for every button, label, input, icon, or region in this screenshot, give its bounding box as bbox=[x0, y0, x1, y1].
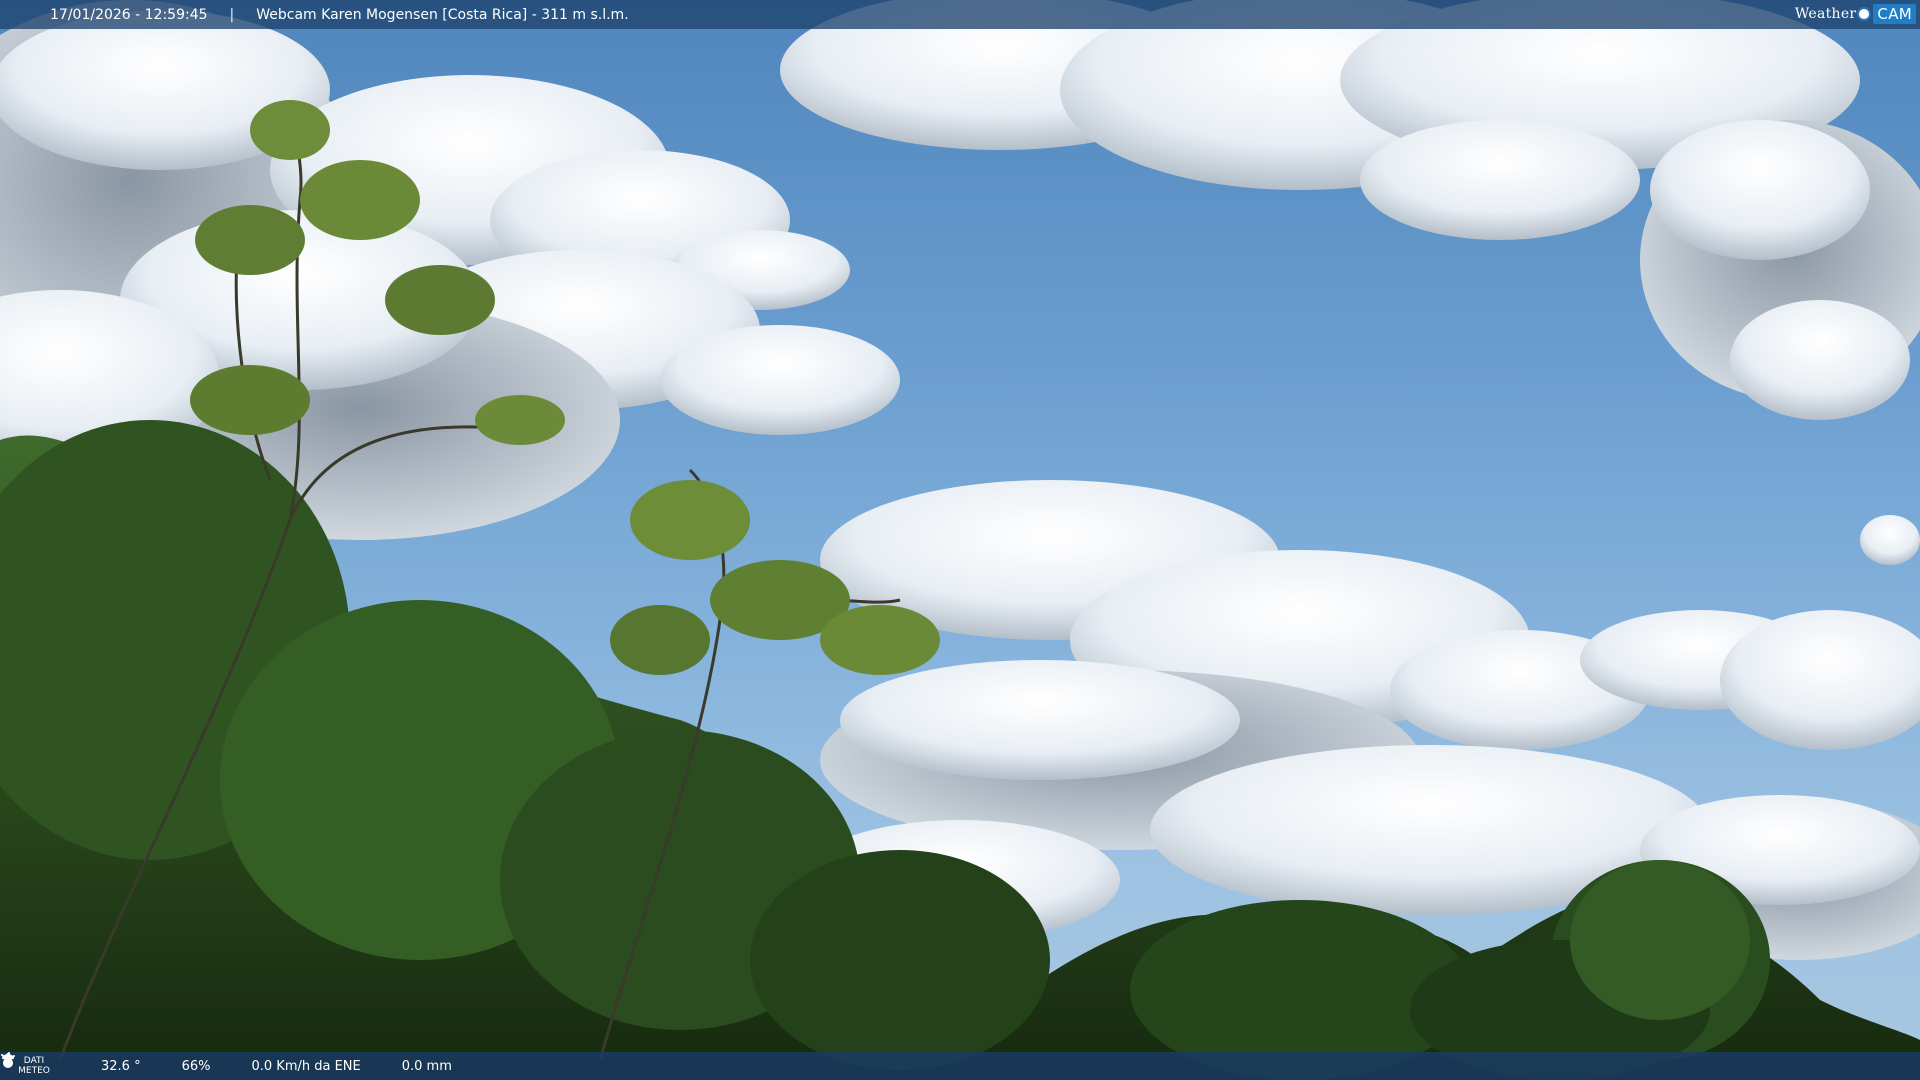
header-bar: 17/01/2026 - 12:59:45 | Webcam Karen Mog… bbox=[0, 0, 1920, 29]
logo-cam-text: CAM bbox=[1873, 4, 1916, 24]
timestamp: 17/01/2026 - 12:59:45 bbox=[50, 6, 208, 23]
weather-data-bar: DATI METEO 32.6 ° 66% 0.0 Km/h da ENE 0.… bbox=[0, 1052, 1920, 1080]
temperature-value: 32.6 ° bbox=[101, 1058, 141, 1074]
rain-value: 0.0 mm bbox=[401, 1058, 452, 1074]
humidity-reading: 66% bbox=[3, 1053, 211, 1074]
landscape-illustration bbox=[0, 0, 1920, 1080]
webcam-image: 17/01/2026 - 12:59:45 | Webcam Karen Mog… bbox=[0, 0, 1920, 1080]
camera-lens-icon bbox=[1857, 7, 1872, 21]
logo-weather-text: Weather bbox=[1794, 6, 1857, 22]
humidity-drop-icon bbox=[3, 1053, 177, 1074]
temperature-reading: 32.6 ° bbox=[5, 1053, 141, 1074]
header-separator: | bbox=[229, 6, 235, 23]
weathercam-logo: Weather CAM bbox=[1795, 3, 1916, 25]
thermometer-icon bbox=[5, 1053, 96, 1074]
humidity-value: 66% bbox=[181, 1058, 211, 1074]
rain-gauge-icon bbox=[2, 1054, 397, 1074]
wind-icon bbox=[1, 1052, 246, 1074]
clouds-top-right bbox=[780, 0, 1920, 565]
rain-reading: 0.0 mm bbox=[2, 1054, 452, 1074]
webcam-title: Webcam Karen Mogensen [Costa Rica] - 311… bbox=[256, 6, 629, 23]
wind-reading: 0.0 Km/h da ENE bbox=[1, 1052, 361, 1074]
wind-value: 0.0 Km/h da ENE bbox=[251, 1058, 361, 1074]
